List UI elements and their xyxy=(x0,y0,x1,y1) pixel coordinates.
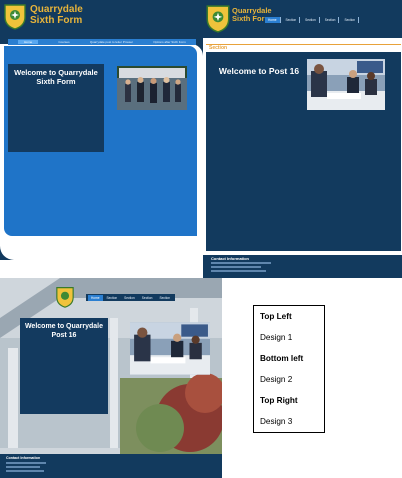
nav-section-1[interactable]: Section xyxy=(283,16,301,23)
key-design-3: Design 3 xyxy=(260,417,293,426)
design2-mockup: Home Section Section Section Section Wel… xyxy=(0,278,222,478)
nav-post16[interactable]: Quarrydale post to leiter Prosser xyxy=(90,40,133,44)
nav-options[interactable]: Options after Sixth Form xyxy=(153,40,186,44)
footer-text-line xyxy=(6,462,46,464)
footer-text-line xyxy=(211,262,271,264)
nav-section-3[interactable]: Section xyxy=(139,295,156,301)
section-label: Section xyxy=(207,45,230,51)
logo-line1: Quarrydale xyxy=(30,4,83,15)
footer-text-line xyxy=(211,266,261,268)
footer: Contact Information xyxy=(0,454,222,478)
students-photo xyxy=(117,66,187,110)
school-shield-logo xyxy=(56,286,74,308)
nav-section-2[interactable]: Section xyxy=(121,295,138,301)
key-design-2: Design 2 xyxy=(260,375,293,384)
footer: Contact Information xyxy=(203,255,402,278)
footer: Contact Information xyxy=(0,250,203,260)
school-name-logo-text: Quarrydale Sixth Form xyxy=(30,4,83,26)
footer-text-line xyxy=(6,470,44,472)
welcome-box: Welcome to Quarrydale Post 16 xyxy=(20,318,108,414)
nav-bar: Home Section Section Section Section xyxy=(86,294,176,301)
classroom-photo xyxy=(307,59,385,110)
key-design-1: Design 1 xyxy=(260,333,293,342)
nav-home[interactable]: Home xyxy=(88,294,103,301)
footer-title: Contact Information xyxy=(211,256,249,261)
footer-text-line xyxy=(211,270,266,272)
nav-section-4[interactable]: Section xyxy=(341,16,360,23)
key-bottom-left: Bottom left xyxy=(260,354,304,363)
key-top-left: Top Left xyxy=(260,312,292,321)
footer-title: Contact Information xyxy=(150,250,185,254)
welcome-title: Welcome to Post 16 xyxy=(218,66,300,76)
design-key-legend: Top Left Design 1 Bottom left Design 2 T… xyxy=(253,305,325,433)
nav-section-3[interactable]: Section xyxy=(322,16,340,23)
nav-section-4[interactable]: Section xyxy=(156,295,173,301)
nav-home[interactable]: Home xyxy=(18,40,39,44)
school-shield-logo xyxy=(206,4,230,33)
footer-text-line xyxy=(6,466,40,468)
school-shield-logo xyxy=(4,3,26,30)
key-top-right: Top Right xyxy=(260,396,298,405)
classroom-photo xyxy=(130,321,210,376)
welcome-box: Welcome to Quarrydale Sixth Form xyxy=(8,64,104,152)
logo-line2: Sixth Form xyxy=(30,14,83,26)
nav-section-1[interactable]: Section xyxy=(104,295,121,301)
footer-title: Contact Information xyxy=(6,456,41,460)
welcome-title: Welcome to Quarrydale Sixth Form xyxy=(14,68,98,86)
welcome-title: Welcome to Quarrydale Post 16 xyxy=(24,323,104,339)
design3-mockup: Quarrydale Sixth Form Home Section Secti… xyxy=(203,0,402,278)
header: Quarrydale Sixth Form Home Section Secti… xyxy=(203,0,402,38)
nav-bar: Home Section Section Section Section xyxy=(265,16,360,23)
nav-courses[interactable]: Courses xyxy=(58,40,69,44)
nav-bar: Home Courses Quarrydale post to leiter P… xyxy=(8,39,196,45)
nav-home[interactable]: Home xyxy=(265,16,281,23)
design1-mockup: Quarrydale Sixth Form Home Courses Quarr… xyxy=(0,0,203,260)
nav-section-2[interactable]: Section xyxy=(302,16,320,23)
